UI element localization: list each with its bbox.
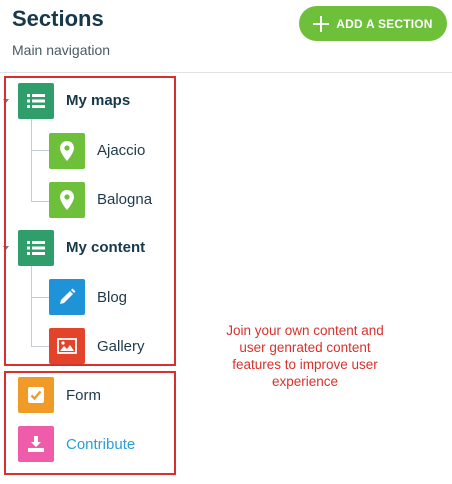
highlight-box-user-content	[4, 371, 176, 475]
header-divider	[0, 72, 452, 73]
annotation-note: Join your own content and user genrated …	[226, 323, 384, 389]
add-section-button[interactable]: ADD A SECTION	[299, 6, 447, 41]
page-subtitle: Main navigation	[12, 42, 111, 58]
plus-icon	[313, 15, 330, 32]
highlight-box-content	[4, 76, 176, 366]
page-title: Sections	[12, 6, 104, 31]
add-section-label: ADD A SECTION	[336, 16, 433, 31]
